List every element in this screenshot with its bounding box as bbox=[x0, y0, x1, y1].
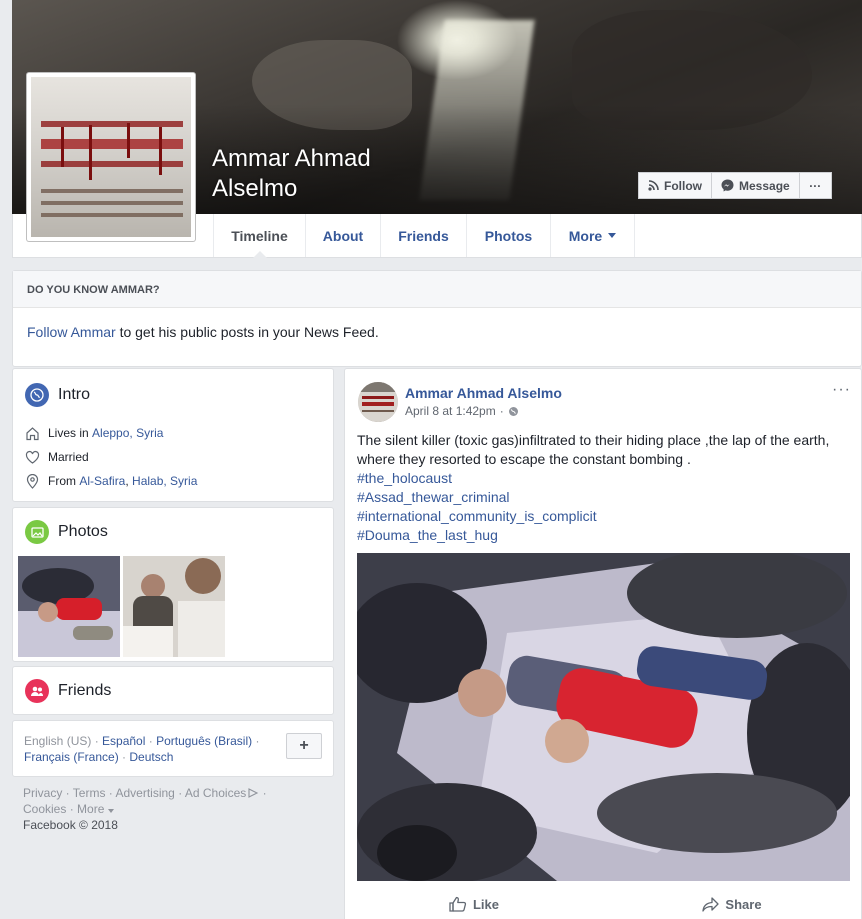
thumbs-up-icon bbox=[449, 896, 467, 912]
photo-thumb-1[interactable] bbox=[18, 556, 120, 657]
share-arrow-icon bbox=[702, 896, 720, 912]
tab-about-label: About bbox=[322, 227, 364, 244]
post-text: The silent killer (toxic gas)infiltrated… bbox=[357, 432, 830, 467]
footer-copyright: Facebook © 2018 bbox=[23, 818, 118, 832]
lang-sep: · bbox=[91, 734, 103, 748]
footer-terms[interactable]: Terms bbox=[73, 786, 106, 800]
from-prefix: From bbox=[48, 474, 80, 488]
globe-icon bbox=[25, 383, 49, 407]
post-meta: April 8 at 1:42pm · bbox=[405, 404, 519, 418]
location-pin-icon bbox=[26, 473, 39, 489]
more-dots-icon: ··· bbox=[809, 178, 822, 193]
follow-button[interactable]: Follow bbox=[638, 172, 712, 199]
lang-english: English (US) bbox=[24, 734, 92, 748]
meta-dot: · bbox=[499, 404, 504, 418]
lang-sep: · bbox=[145, 734, 157, 748]
footer-ad-choices[interactable]: Ad Choices bbox=[185, 786, 246, 800]
lang-portugues[interactable]: Português (Brasil) bbox=[156, 734, 252, 748]
tab-friends[interactable]: Friends bbox=[380, 214, 466, 257]
plus-icon: + bbox=[299, 737, 309, 754]
do-you-know-box: DO YOU KNOW AMMAR? Follow Ammar to get h… bbox=[12, 270, 862, 367]
timeline-post: Ammar Ahmad Alselmo April 8 at 1:42pm · … bbox=[344, 368, 862, 919]
photo-thumb-2[interactable] bbox=[123, 556, 225, 657]
like-button[interactable]: Like bbox=[345, 889, 603, 919]
do-you-know-body: Follow Ammar to get his public posts in … bbox=[13, 308, 861, 356]
public-globe-icon[interactable] bbox=[508, 406, 519, 417]
tab-about[interactable]: About bbox=[305, 214, 380, 257]
languages-card: English (US) · Español · Português (Bras… bbox=[12, 720, 334, 777]
lang-sep: · bbox=[252, 734, 263, 748]
more-options-button[interactable]: ··· bbox=[799, 172, 832, 199]
from-link-safira[interactable]: Al-Safira bbox=[79, 474, 125, 488]
hashtag-link[interactable]: #international_community_is_complicit bbox=[357, 508, 597, 524]
footer-advertising[interactable]: Advertising bbox=[115, 786, 174, 800]
tab-more[interactable]: More bbox=[550, 214, 635, 257]
do-you-know-text: to get his public posts in your News Fee… bbox=[115, 324, 379, 340]
profile-picture[interactable] bbox=[26, 72, 196, 242]
page-footer: Privacy · Terms · Advertising · Ad Choic… bbox=[23, 785, 323, 833]
tab-timeline[interactable]: Timeline bbox=[213, 214, 305, 258]
intro-card: Intro Lives in Aleppo, Syria Married Fro… bbox=[12, 368, 334, 502]
footer-privacy[interactable]: Privacy bbox=[23, 786, 62, 800]
friends-title[interactable]: Friends bbox=[58, 682, 111, 700]
hashtag-link[interactable]: #Assad_thewar_criminal bbox=[357, 489, 510, 505]
tab-photos[interactable]: Photos bbox=[466, 214, 550, 257]
cover-actions: Follow Message ··· bbox=[638, 172, 832, 199]
friends-icon bbox=[25, 679, 49, 703]
photos-card: Photos bbox=[12, 507, 334, 662]
photos-title[interactable]: Photos bbox=[58, 523, 108, 541]
follow-ammar-link[interactable]: Follow Ammar bbox=[27, 324, 116, 340]
lives-in-row: Lives in Aleppo, Syria bbox=[25, 421, 325, 445]
post-actions: Like Share bbox=[345, 889, 861, 919]
author-avatar[interactable] bbox=[358, 382, 398, 422]
share-button[interactable]: Share bbox=[603, 889, 861, 919]
from-row: From Al-Safira, Halab, Syria bbox=[25, 469, 325, 493]
post-photo[interactable] bbox=[357, 553, 850, 881]
lang-deutsch[interactable]: Deutsch bbox=[129, 750, 173, 764]
tab-more-label: More bbox=[568, 227, 603, 244]
hashtag-link[interactable]: #Douma_the_last_hug bbox=[357, 527, 498, 543]
ad-choices-icon bbox=[248, 788, 259, 798]
rss-icon bbox=[648, 180, 659, 191]
heart-icon bbox=[25, 450, 40, 464]
messenger-icon bbox=[721, 179, 734, 192]
post-author-link[interactable]: Ammar Ahmad Alselmo bbox=[405, 385, 562, 401]
footer-more[interactable]: More bbox=[77, 802, 104, 816]
chevron-down-icon bbox=[608, 233, 617, 238]
follow-label: Follow bbox=[664, 178, 702, 193]
message-button[interactable]: Message bbox=[712, 172, 800, 199]
tab-timeline-label: Timeline bbox=[231, 227, 288, 244]
add-language-button[interactable]: + bbox=[286, 733, 322, 759]
tab-photos-label: Photos bbox=[484, 227, 533, 244]
lives-in-prefix: Lives in bbox=[48, 426, 93, 440]
lives-in-link[interactable]: Aleppo, Syria bbox=[92, 426, 163, 440]
from-sep: , bbox=[125, 474, 133, 488]
intro-title: Intro bbox=[58, 386, 91, 403]
home-icon bbox=[26, 426, 39, 440]
profile-name[interactable]: Ammar Ahmad Alselmo bbox=[212, 144, 371, 204]
share-label: Share bbox=[725, 896, 762, 912]
friends-card: Friends bbox=[12, 666, 334, 715]
lang-francais[interactable]: Français (France) bbox=[24, 750, 119, 764]
post-hashtags: #the_holocaust #Assad_thewar_criminal #i… bbox=[357, 469, 597, 545]
married-text: Married bbox=[48, 450, 89, 464]
chevron-down-icon bbox=[107, 809, 114, 813]
hashtag-link[interactable]: #the_holocaust bbox=[357, 470, 452, 486]
like-label: Like bbox=[472, 896, 499, 912]
photos-icon bbox=[25, 520, 49, 544]
tab-friends-label: Friends bbox=[398, 227, 449, 244]
do-you-know-heading: DO YOU KNOW AMMAR? bbox=[13, 271, 861, 308]
message-label: Message bbox=[739, 178, 790, 193]
post-options-button[interactable]: ··· bbox=[832, 381, 851, 399]
post-timestamp[interactable]: April 8 at 1:42pm bbox=[405, 404, 496, 418]
lang-espanol[interactable]: Español bbox=[102, 734, 145, 748]
from-link-halab[interactable]: Halab, Syria bbox=[132, 474, 197, 488]
footer-cookies[interactable]: Cookies bbox=[23, 802, 66, 816]
married-row: Married bbox=[25, 445, 325, 469]
lang-sep: · bbox=[118, 750, 130, 764]
